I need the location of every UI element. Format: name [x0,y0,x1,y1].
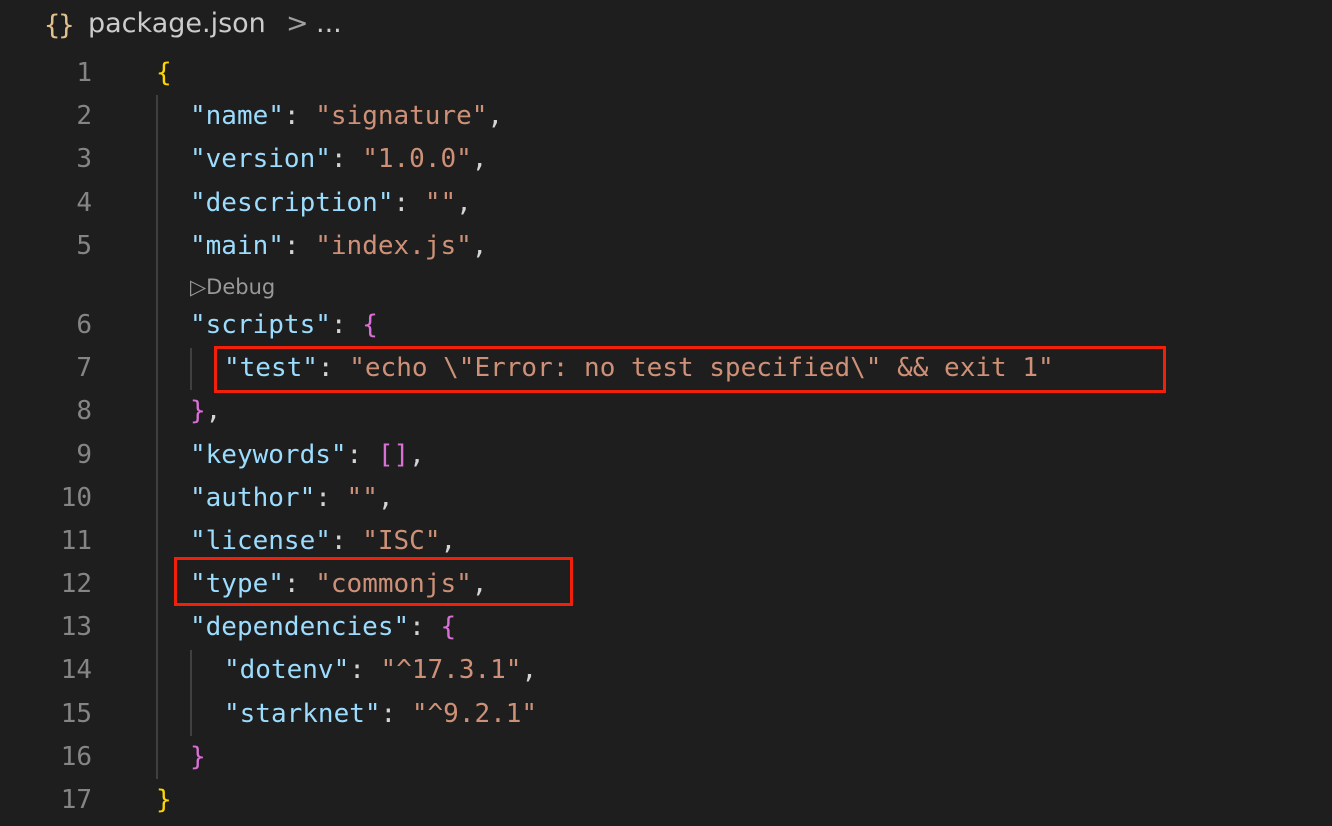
line-number: 3 [76,144,92,174]
line-number: 4 [76,188,92,218]
highlight-box-type [174,557,573,606]
line-number: 11 [60,526,92,556]
code-token: : [283,101,316,131]
code-line[interactable]: "scripts": { [190,310,378,340]
line-number: 14 [60,655,92,685]
code-token: , [205,396,222,426]
line-number: 17 [60,785,92,815]
code-token: "scripts" [190,310,331,340]
code-line[interactable]: "description": "", [190,188,472,218]
line-number: 13 [60,612,92,642]
code-token: : [349,655,381,685]
code-token: : [409,612,441,642]
code-token: "description" [190,188,394,218]
code-line[interactable]: "author": "", [190,483,394,513]
code-line[interactable]: "keywords": [], [190,440,425,470]
code-token: [] [377,440,410,470]
line-number: 10 [60,483,92,513]
chevron-right-icon: > [286,8,309,39]
code-token: "starknet" [224,699,381,729]
code-token: "version" [190,144,331,174]
code-token: : [315,483,347,513]
line-number: 9 [76,440,92,470]
line-number: 6 [76,310,92,340]
code-token: } [190,396,206,426]
code-token: "dependencies" [190,612,410,642]
code-token: { [156,58,172,88]
code-token: { [440,612,457,642]
code-line[interactable]: "starknet": "^9.2.1" [224,699,537,729]
code-line[interactable]: "name": "signature", [190,101,503,131]
breadcrumb-file[interactable]: package.json [88,8,266,39]
code-token: : [330,310,363,340]
code-token: "name" [190,101,284,131]
code-token: : [330,144,363,174]
code-token: { [362,310,378,340]
code-line[interactable]: "dependencies": { [190,612,456,642]
indent-guide [190,348,192,390]
code-line[interactable]: "license": "ISC", [190,526,456,556]
code-line[interactable]: { [156,58,172,88]
code-token: "1.0.0" [362,144,472,174]
code-line[interactable]: } [156,785,172,815]
code-line[interactable]: "dotenv": "^17.3.1", [224,655,537,685]
code-token: : [380,699,412,729]
breadcrumb-more[interactable]: ... [316,8,342,39]
code-token: "ISC" [362,526,441,556]
code-token: "main" [190,231,284,261]
line-number: 12 [60,569,92,599]
code-token: : [283,231,316,261]
code-token: "" [424,188,457,218]
code-token: } [156,785,172,815]
json-braces-icon: {} [44,10,74,41]
debug-codelens[interactable]: ▷Debug [190,273,275,301]
indent-guide [156,95,158,779]
code-token: , [456,188,472,218]
code-token: "^17.3.1" [380,655,522,685]
line-number: 15 [60,699,92,729]
code-token: } [190,742,206,772]
line-number: 16 [60,742,92,772]
breadcrumb: {} package.json > ... [0,0,1332,52]
code-token: "license" [190,526,331,556]
code-token: , [521,655,538,685]
indent-guide [190,650,192,736]
code-token: "index.js" [315,231,472,261]
code-token: , [471,144,488,174]
code-token: "keywords" [190,440,347,470]
code-token: , [409,440,425,470]
code-token: "signature" [315,101,488,131]
code-token: : [330,526,363,556]
highlight-box-test-script [214,346,1166,393]
code-token: , [487,101,504,131]
code-line[interactable]: "version": "1.0.0", [190,144,487,174]
line-number: 2 [76,101,92,131]
code-token: , [377,483,394,513]
code-line[interactable]: }, [190,396,221,426]
code-token: "^9.2.1" [411,699,538,729]
code-token: , [440,526,457,556]
line-number: 8 [76,396,92,426]
code-token: "" [346,483,378,513]
line-number: 1 [76,58,92,88]
code-token: : [346,440,378,470]
line-number: 7 [76,353,92,383]
code-token: "dotenv" [224,655,350,685]
code-line[interactable]: } [190,742,206,772]
code-line[interactable]: "main": "index.js", [190,231,487,261]
code-token: : [393,188,425,218]
line-number: 5 [76,231,92,261]
code-token: , [471,231,488,261]
code-token: "author" [190,483,316,513]
